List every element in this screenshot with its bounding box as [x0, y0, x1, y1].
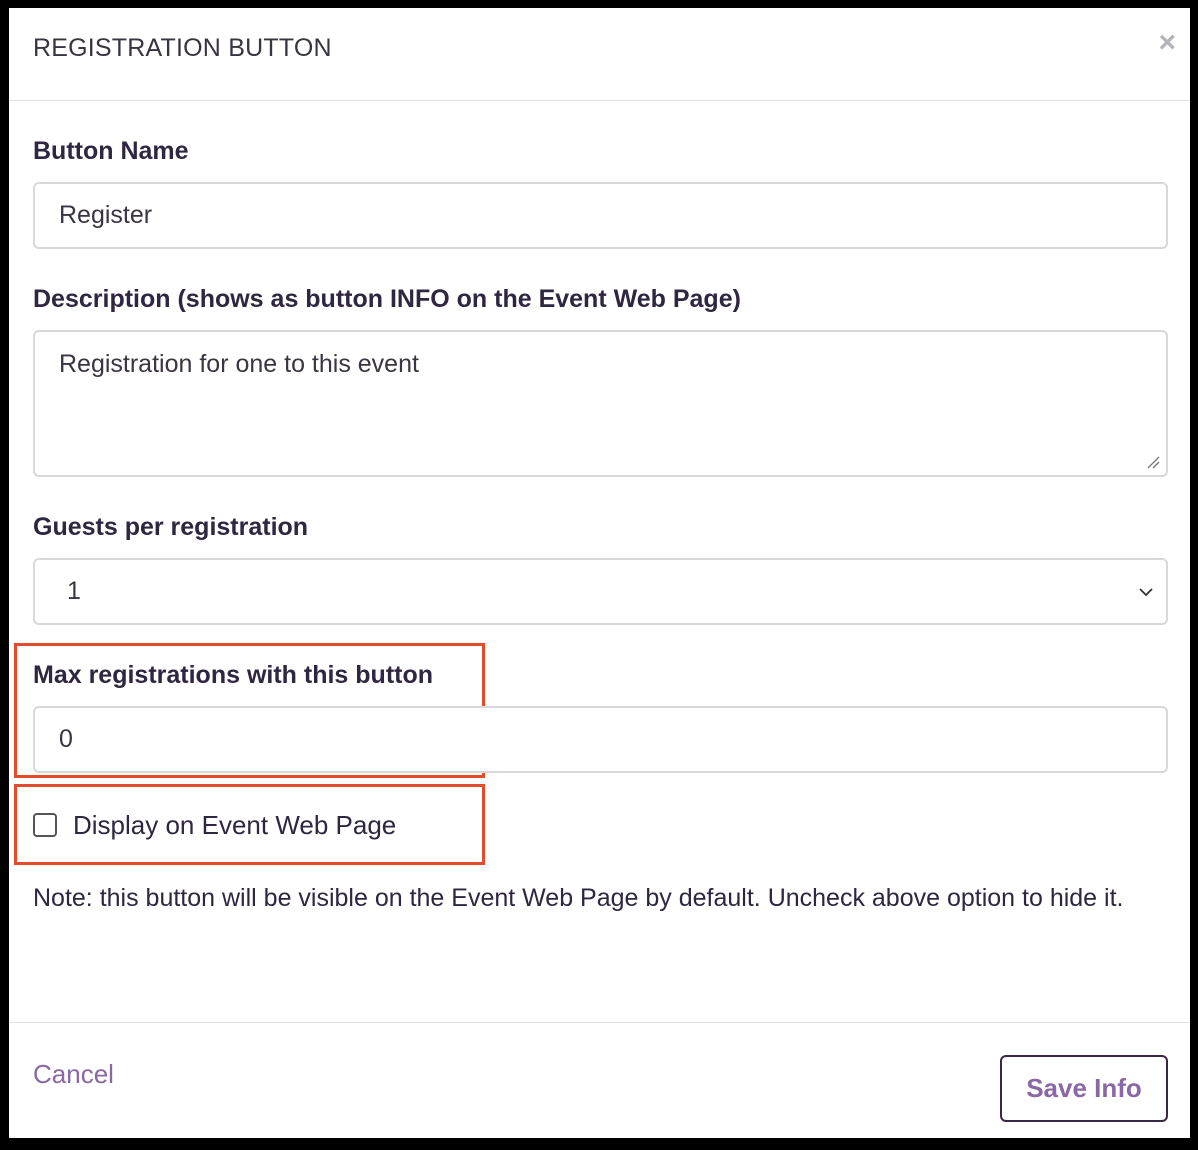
display-on-page-option[interactable]: Display on Event Web Page: [33, 805, 396, 845]
button-name-value: Register: [59, 201, 153, 229]
close-icon[interactable]: ×: [1158, 28, 1176, 58]
display-on-page-checkbox[interactable]: [33, 813, 57, 837]
max-registrations-label: Max registrations with this button: [33, 661, 434, 689]
description-label: Description (shows as button INFO on the…: [33, 285, 741, 313]
max-registrations-input[interactable]: 0: [33, 706, 1168, 773]
note-text: Note: this button will be visible on the…: [33, 884, 1124, 912]
dialog-header: REGISTRATION BUTTON ×: [9, 8, 1190, 101]
guests-selected-value: 1: [67, 577, 81, 605]
description-value: Registration for one to this event: [59, 350, 419, 378]
dialog-footer: Cancel Save Info: [9, 1022, 1190, 1138]
resize-grip-icon[interactable]: [1146, 455, 1160, 469]
save-info-button[interactable]: Save Info: [1000, 1055, 1168, 1122]
max-registrations-value: 0: [59, 725, 73, 753]
guests-label: Guests per registration: [33, 513, 309, 541]
guests-select[interactable]: 1: [33, 558, 1168, 625]
description-textarea[interactable]: Registration for one to this event: [33, 330, 1168, 477]
display-on-page-label[interactable]: Display on Event Web Page: [73, 810, 396, 841]
dialog-title: REGISTRATION BUTTON: [33, 34, 332, 62]
button-name-label: Button Name: [33, 137, 189, 165]
chevron-down-icon: [1139, 588, 1153, 597]
button-name-input[interactable]: Register: [33, 182, 1168, 249]
registration-button-dialog: REGISTRATION BUTTON × Button Name Regist…: [9, 8, 1190, 1138]
cancel-link[interactable]: Cancel: [33, 1059, 114, 1090]
